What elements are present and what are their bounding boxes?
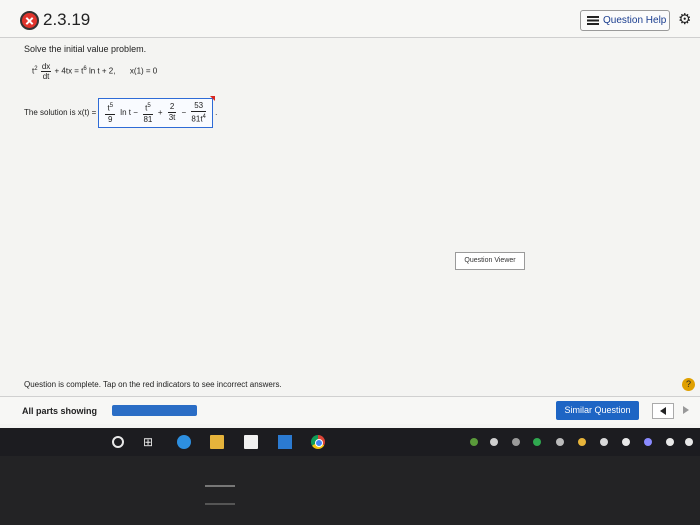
incorrect-x-icon[interactable] — [20, 11, 39, 30]
term1-den: 9 — [108, 114, 113, 124]
deriv-numerator: dx — [40, 62, 52, 72]
task-view-icon[interactable]: ⊞ — [143, 435, 157, 449]
nvidia-icon[interactable] — [470, 438, 478, 446]
steam-icon[interactable] — [490, 438, 498, 446]
term4-fraction: 53 81t4 — [191, 101, 206, 125]
solution-label: The solution is x(t) = — [24, 108, 97, 118]
term3-num: 2 — [167, 102, 177, 114]
eq-rest: + 4tx = t — [54, 66, 84, 76]
help-round-icon[interactable]: ? — [682, 378, 695, 391]
gear-icon[interactable]: ⚙ — [678, 12, 691, 27]
tray-extra2-icon[interactable] — [644, 438, 652, 446]
edge-icon[interactable] — [177, 435, 191, 449]
ln-term: ln t − — [120, 108, 138, 118]
term2-fraction: t5 81 — [143, 101, 153, 125]
status-message: Question is complete. Tap on the red ind… — [24, 380, 282, 389]
battery-icon[interactable] — [600, 438, 608, 446]
eq-coef-exp: 2 — [34, 65, 38, 72]
derivative-fraction: dx dt — [40, 62, 52, 81]
answer-input-box[interactable]: t5 9 ln t − t5 81 + 2 3t − 53 81t4 — [98, 96, 216, 128]
shield-icon[interactable] — [533, 438, 541, 446]
tray-cloud-icon[interactable] — [666, 438, 674, 446]
parts-progress-bar — [112, 405, 197, 416]
deriv-denominator: dt — [42, 72, 50, 81]
term1-num: t5 — [105, 103, 116, 115]
desk-reflection — [205, 485, 235, 487]
term1-fraction: t5 9 — [105, 101, 116, 125]
list-icon — [587, 16, 599, 25]
question-help-button[interactable]: Question Help — [580, 10, 670, 31]
network-icon[interactable] — [556, 438, 564, 446]
next-arrow-icon[interactable] — [676, 403, 696, 419]
volume-icon[interactable] — [578, 438, 586, 446]
mail-icon[interactable] — [278, 435, 292, 449]
minus-operator: − — [181, 108, 187, 118]
taskbar: ⊞ — [0, 428, 700, 456]
initial-condition: x(1) = 0 — [129, 66, 158, 76]
app-window: 2.3.19 Question Help ⚙ Solve the initial… — [0, 0, 700, 428]
problem-prompt: Solve the initial value problem. — [24, 44, 147, 54]
desk-background — [0, 456, 700, 525]
term2-den: 81 — [143, 114, 153, 124]
term4-den: 81t4 — [191, 114, 206, 124]
question-header: 2.3.19 Question Help ⚙ — [0, 0, 700, 38]
term4-num: 53 — [191, 101, 206, 112]
question-number: 2.3.19 — [43, 10, 91, 29]
term3-den: 3t — [168, 113, 176, 123]
similar-question-button[interactable]: Similar Question — [556, 401, 639, 420]
solution-period: . — [215, 108, 218, 118]
differential-equation: t2 dx dt + 4tx = t6 ln t + 2, x(1) = 0 — [32, 62, 157, 81]
previous-arrow-icon[interactable] — [652, 403, 674, 419]
file-explorer-icon[interactable] — [210, 435, 224, 449]
question-help-label: Question Help — [603, 15, 667, 26]
cortana-circle-icon[interactable] — [112, 436, 124, 448]
chrome-icon[interactable] — [311, 435, 325, 449]
parts-label: All parts showing — [22, 406, 98, 416]
plus-operator: + — [157, 108, 163, 118]
wifi-icon[interactable] — [512, 438, 520, 446]
footer-bar: All parts showing Similar Question — [0, 396, 700, 424]
term2-num: t5 — [143, 103, 153, 115]
tray-extra-icon[interactable] — [622, 438, 630, 446]
eq-rest-tail: ln t + 2, — [86, 66, 116, 76]
desk-reflection-2 — [205, 503, 235, 505]
store-icon[interactable] — [244, 435, 258, 449]
tray-bluetooth-icon[interactable] — [685, 438, 693, 446]
question-viewer-button[interactable]: Question Viewer — [455, 252, 525, 270]
term3-fraction: 2 3t — [167, 102, 177, 123]
solution-row: The solution is x(t) = t5 9 ln t − t5 81… — [24, 96, 218, 128]
